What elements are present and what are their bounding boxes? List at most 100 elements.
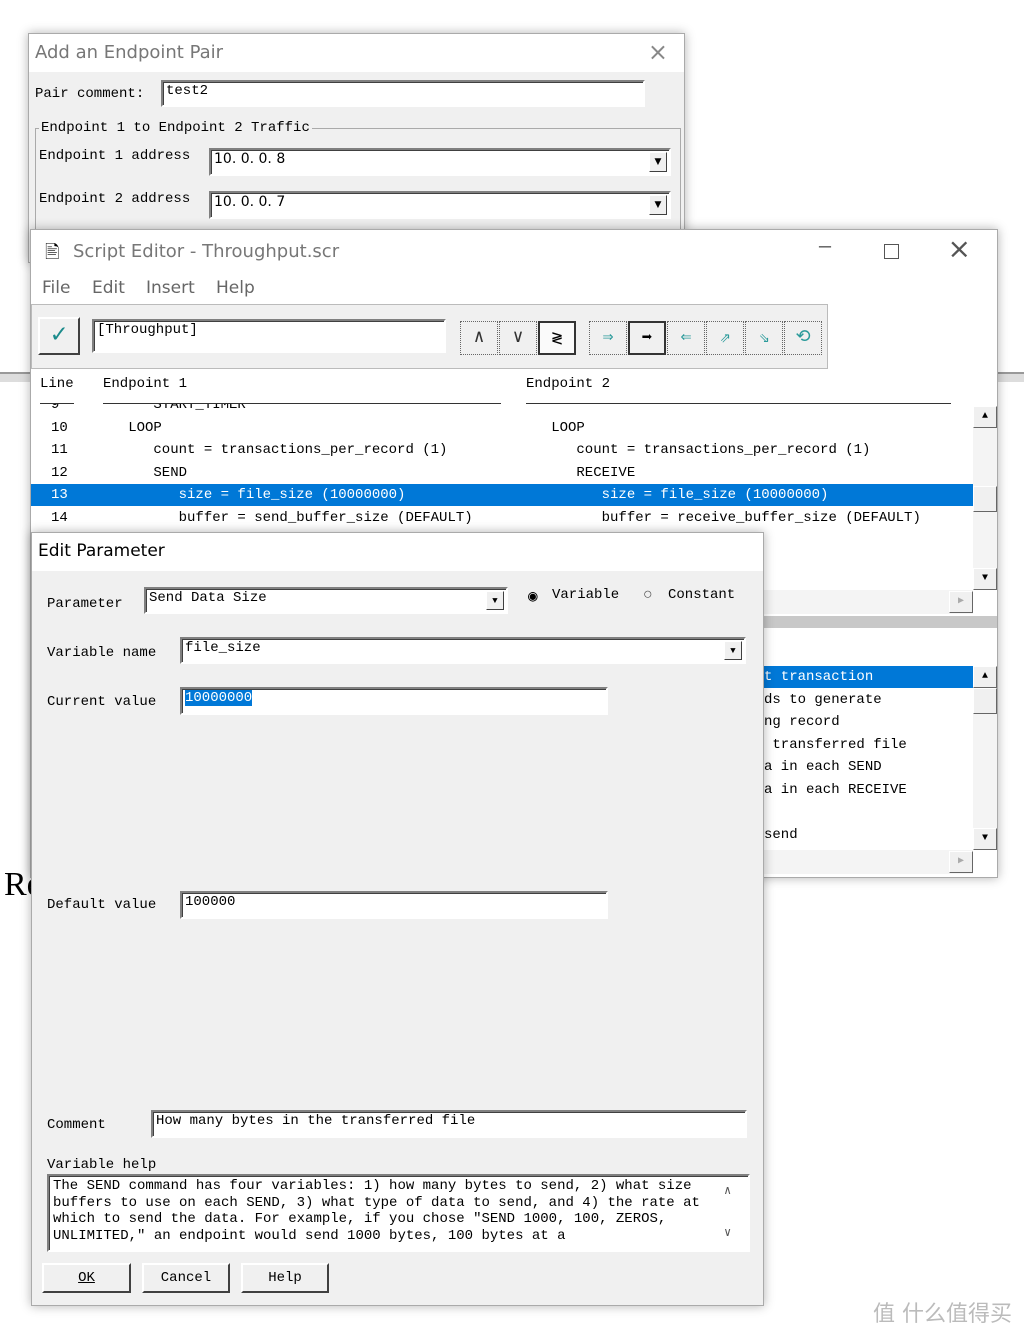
current-value-input[interactable]: 10000000 bbox=[180, 687, 608, 715]
constant-radio[interactable]: ○ bbox=[643, 586, 653, 604]
dialog-title: Add an Endpoint Pair bbox=[35, 42, 224, 63]
row-ep2: count = transactions_per_record (1) bbox=[526, 442, 871, 458]
chevron-down-icon[interactable]: ▼ bbox=[486, 591, 504, 610]
endpoint1-label: Endpoint 1 address bbox=[39, 148, 191, 164]
row-ep2: LOOP bbox=[526, 419, 585, 436]
move-down-icon[interactable]: ∨ bbox=[499, 321, 537, 355]
cancel-button[interactable]: Cancel bbox=[142, 1263, 230, 1293]
script-scrollbar[interactable]: ▲ ▼ bbox=[973, 406, 997, 590]
variable-row[interactable]: ds to generate bbox=[764, 689, 973, 711]
row-line: 9 bbox=[51, 404, 60, 413]
swap-icon[interactable]: ≷ bbox=[538, 321, 576, 355]
close-icon[interactable]: × bbox=[648, 38, 668, 66]
scroll-up-icon[interactable]: ▲ bbox=[973, 406, 997, 428]
scroll-up-icon[interactable]: ▲ bbox=[973, 666, 997, 688]
endpoint2-address-combo[interactable]: 10. 0. 0. 7 ▼ bbox=[209, 191, 671, 219]
maximize-icon[interactable] bbox=[884, 244, 899, 259]
variable-radio-label[interactable]: Variable bbox=[552, 587, 619, 603]
script-row[interactable]: 12 SEND RECEIVE bbox=[31, 462, 973, 484]
endpoint1-value: 10. 0. 0. 8 bbox=[214, 151, 286, 167]
chevron-down-icon[interactable]: ▼ bbox=[649, 195, 667, 215]
scroll-right-icon[interactable]: ▶ bbox=[949, 591, 973, 613]
dialog-title: Edit Parameter bbox=[38, 541, 165, 561]
loop-icon[interactable]: ⟲ bbox=[784, 321, 822, 355]
reverse-diagonal-icon[interactable]: ⇘ bbox=[745, 321, 783, 355]
arrow-right-icon[interactable]: ➡ bbox=[628, 321, 666, 355]
variable-name-label: Variable name bbox=[47, 645, 157, 661]
variable-radio[interactable]: ◉ bbox=[528, 586, 538, 606]
menu-file[interactable]: File bbox=[42, 278, 70, 298]
current-value-text: 10000000 bbox=[185, 690, 253, 706]
move-up-icon[interactable]: ∧ bbox=[460, 321, 498, 355]
variable-help-text[interactable]: The SEND command has four variables: 1) … bbox=[47, 1174, 750, 1252]
default-value-label: Default value bbox=[47, 897, 157, 913]
menu-edit[interactable]: Edit bbox=[92, 278, 125, 298]
diagonal-arrow-icon[interactable]: ⇗ bbox=[706, 321, 744, 355]
variable-row[interactable]: a in each SEND bbox=[764, 756, 973, 778]
row-line: 12 bbox=[51, 464, 68, 481]
scroll-down-icon[interactable]: ▼ bbox=[973, 568, 997, 590]
script-row[interactable]: 13 size = file_size (10000000) size = fi… bbox=[31, 484, 973, 506]
variable-row[interactable]: a in each RECEIVE bbox=[764, 779, 973, 801]
variable-help-label: Variable help bbox=[47, 1157, 157, 1173]
script-row[interactable]: 11 count = transactions_per_record (1) c… bbox=[31, 439, 973, 461]
scroll-up-icon[interactable]: ∧ bbox=[724, 1183, 731, 1198]
ok-button[interactable]: OK bbox=[42, 1263, 131, 1293]
variable-row[interactable]: t transaction bbox=[764, 666, 973, 688]
script-name-field[interactable]: [Throughput] bbox=[92, 319, 446, 353]
comment-input[interactable]: How many bytes in the transferred file bbox=[151, 1110, 747, 1138]
default-value-input[interactable]: 100000 bbox=[180, 891, 608, 919]
group-label: Endpoint 1 to Endpoint 2 Traffic bbox=[39, 120, 312, 136]
endpoint1-address-combo[interactable]: 10. 0. 0. 8 ▼ bbox=[209, 148, 671, 176]
script-row[interactable]: 10 LOOP LOOP bbox=[31, 417, 973, 439]
constant-radio-label[interactable]: Constant bbox=[668, 587, 735, 603]
minimize-icon[interactable]: — bbox=[819, 236, 831, 259]
row-line: 11 bbox=[51, 442, 68, 458]
row-line: 14 bbox=[51, 509, 68, 526]
send-to-icon[interactable]: ⇒ bbox=[589, 321, 627, 355]
scroll-right-icon[interactable]: ▶ bbox=[949, 851, 973, 873]
row-ep1: LOOP bbox=[103, 419, 162, 436]
check-icon[interactable]: ✓ bbox=[38, 317, 80, 355]
pair-comment-input[interactable]: test2 bbox=[161, 80, 645, 107]
row-ep1: SEND bbox=[103, 464, 188, 481]
row-line: 10 bbox=[51, 419, 68, 436]
variable-row[interactable] bbox=[764, 801, 973, 823]
parameter-select[interactable]: Send Data Size ▼ bbox=[144, 587, 508, 614]
help-button[interactable]: Help bbox=[241, 1263, 329, 1293]
script-list[interactable]: 9 START_TIMER 10 LOOP LOOP 11 count = tran… bbox=[31, 404, 973, 534]
variable-name-combo[interactable]: file_size ▼ bbox=[180, 637, 746, 664]
menu-bar: File Edit Insert Help bbox=[31, 273, 997, 304]
close-icon[interactable]: × bbox=[948, 232, 971, 265]
variable-row[interactable]: ng record bbox=[764, 711, 973, 733]
chevron-down-icon[interactable]: ▼ bbox=[649, 152, 667, 172]
script-row[interactable]: 14 buffer = send_buffer_size (DEFAULT) b… bbox=[31, 507, 973, 529]
column-endpoint2: Endpoint 2 bbox=[526, 376, 611, 392]
comment-label: Comment bbox=[47, 1117, 106, 1133]
watermark: 值 什么值得买 bbox=[873, 1302, 1012, 1327]
parameter-label: Parameter bbox=[47, 596, 123, 612]
scroll-thumb[interactable] bbox=[973, 486, 997, 512]
script-row[interactable]: 9 START_TIMER bbox=[31, 404, 973, 416]
variables-scrollbar[interactable]: ▲ ▼ bbox=[973, 666, 997, 850]
menu-help[interactable]: Help bbox=[216, 278, 255, 298]
parameter-value: Send Data Size bbox=[149, 590, 267, 606]
row-ep2: size = file_size (10000000) bbox=[526, 487, 829, 503]
row-ep1: size = file_size (10000000) bbox=[103, 487, 406, 503]
row-ep1: count = transactions_per_record (1) bbox=[103, 442, 448, 458]
chevron-down-icon[interactable]: ▼ bbox=[724, 641, 742, 660]
row-ep2: RECEIVE bbox=[526, 464, 636, 481]
variable-row[interactable]: send bbox=[764, 824, 973, 846]
scroll-down-icon[interactable]: ∨ bbox=[724, 1225, 731, 1240]
endpoint2-label: Endpoint 2 address bbox=[39, 191, 191, 207]
row-line: 13 bbox=[51, 487, 68, 503]
endpoint2-value: 10. 0. 0. 7 bbox=[214, 194, 286, 210]
row-ep1: buffer = send_buffer_size (DEFAULT) bbox=[103, 509, 473, 526]
scroll-thumb[interactable] bbox=[973, 688, 997, 714]
variable-row[interactable]: transferred file bbox=[764, 734, 973, 756]
menu-insert[interactable]: Insert bbox=[146, 278, 195, 298]
pair-comment-label: Pair comment: bbox=[35, 86, 145, 102]
arrow-left-icon[interactable]: ⇐ bbox=[667, 321, 705, 355]
scroll-down-icon[interactable]: ▼ bbox=[973, 828, 997, 850]
row-ep1: START_TIMER bbox=[103, 404, 246, 413]
